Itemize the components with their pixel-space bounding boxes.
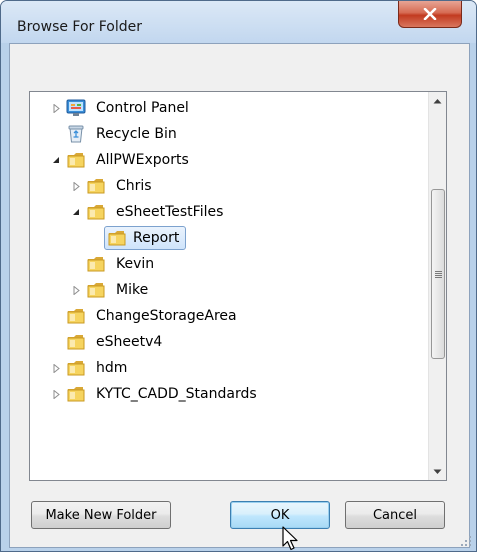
tree-item-label: AllPWExports bbox=[96, 152, 189, 168]
folder-icon bbox=[86, 254, 106, 274]
resize-grip-icon[interactable] bbox=[460, 535, 472, 547]
tree-item-chris[interactable]: Chris bbox=[70, 173, 155, 199]
ok-button[interactable]: OK bbox=[230, 501, 330, 529]
mouse-cursor-icon bbox=[282, 526, 298, 551]
tree-item-label: Control Panel bbox=[96, 100, 189, 116]
close-button[interactable] bbox=[398, 1, 462, 28]
tree-item-label: eSheetTestFiles bbox=[116, 204, 224, 220]
folder-icon bbox=[66, 358, 86, 378]
tree-item-control-panel[interactable]: Control Panel bbox=[50, 95, 192, 121]
title-bar[interactable]: Browse For Folder bbox=[1, 1, 476, 43]
folder-icon bbox=[107, 228, 127, 248]
expand-arrow-icon[interactable] bbox=[50, 362, 62, 374]
vertical-scrollbar[interactable] bbox=[428, 92, 446, 480]
tree-item-recycle-bin[interactable]: Recycle Bin bbox=[50, 121, 180, 147]
arrow-up-icon bbox=[433, 98, 442, 103]
tree-item-label: Kevin bbox=[116, 256, 155, 272]
tree-item-report[interactable]: Report bbox=[88, 225, 187, 251]
tree-item-mike[interactable]: Mike bbox=[70, 277, 151, 303]
expand-arrow-icon[interactable] bbox=[70, 180, 82, 192]
folder-tree[interactable]: Control Panel Recycle Bin AllPWExports C… bbox=[29, 91, 447, 481]
close-icon bbox=[423, 8, 437, 20]
tree-item-hdm[interactable]: hdm bbox=[50, 355, 130, 381]
folder-icon bbox=[66, 150, 86, 170]
scroll-thumb[interactable] bbox=[431, 189, 445, 359]
tree-item-label: Chris bbox=[116, 178, 152, 194]
expand-arrow-icon[interactable] bbox=[70, 284, 82, 296]
tree-item-kevin[interactable]: Kevin bbox=[70, 251, 157, 277]
scroll-down-button[interactable] bbox=[429, 463, 446, 480]
tree-item-esheettestfiles[interactable]: eSheetTestFiles bbox=[70, 199, 226, 225]
scroll-up-button[interactable] bbox=[429, 92, 446, 109]
collapse-arrow-icon[interactable] bbox=[70, 206, 82, 218]
arrow-down-icon bbox=[433, 469, 442, 474]
tree-item-label: KYTC_CADD_Standards bbox=[96, 386, 257, 402]
folder-icon bbox=[66, 306, 86, 326]
tree-item-label: Recycle Bin bbox=[96, 126, 177, 142]
folder-icon bbox=[66, 384, 86, 404]
grip-icon bbox=[434, 270, 442, 278]
folder-icon bbox=[66, 332, 86, 352]
control-panel-icon bbox=[66, 98, 86, 118]
tree-item-label: eSheetv4 bbox=[96, 334, 163, 350]
window-title: Browse For Folder bbox=[17, 19, 143, 35]
folder-icon bbox=[86, 176, 106, 196]
cancel-button[interactable]: Cancel bbox=[345, 501, 445, 529]
folder-icon bbox=[86, 280, 106, 300]
tree-item-allpwexports[interactable]: AllPWExports bbox=[50, 147, 192, 173]
tree-item-changestoragearea[interactable]: ChangeStorageArea bbox=[50, 303, 240, 329]
tree-item-label: Report bbox=[133, 230, 180, 246]
tree-item-esheetv4[interactable]: eSheetv4 bbox=[50, 329, 165, 355]
folder-tree-items: Control Panel Recycle Bin AllPWExports C… bbox=[30, 92, 422, 480]
tree-item-label: hdm bbox=[96, 360, 128, 376]
selected-item-highlight[interactable]: Report bbox=[104, 226, 187, 250]
tree-item-label: Mike bbox=[116, 282, 149, 298]
recycle-bin-icon bbox=[66, 124, 86, 144]
folder-icon bbox=[86, 202, 106, 222]
make-new-folder-button[interactable]: Make New Folder bbox=[31, 501, 171, 529]
browse-for-folder-dialog: Browse For Folder Control Panel Recycle … bbox=[0, 0, 477, 552]
tree-item-kytc-cadd-standards[interactable]: KYTC_CADD_Standards bbox=[50, 381, 260, 407]
collapse-arrow-icon[interactable] bbox=[50, 154, 62, 166]
expand-arrow-icon[interactable] bbox=[50, 102, 62, 114]
expand-arrow-icon[interactable] bbox=[50, 388, 62, 400]
tree-item-label: ChangeStorageArea bbox=[96, 308, 237, 324]
